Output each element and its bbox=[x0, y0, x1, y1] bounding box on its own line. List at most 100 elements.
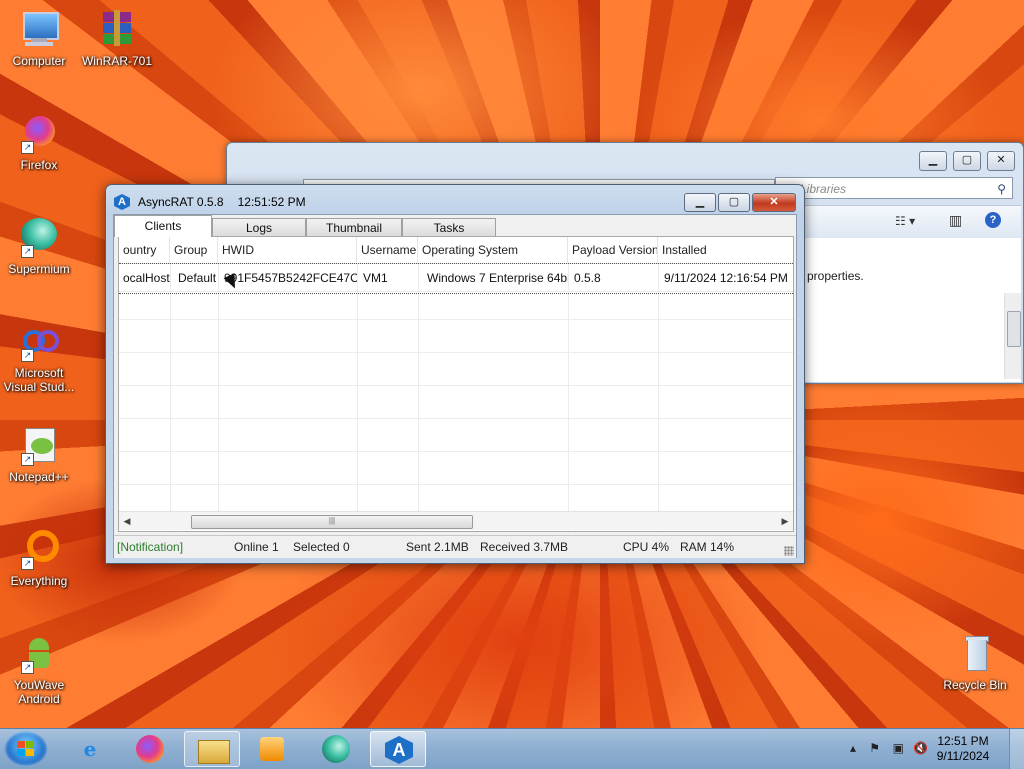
search-input[interactable]: rch Libraries ⚲ bbox=[775, 177, 1013, 199]
cell-country: ocalHost bbox=[123, 271, 170, 285]
notepadpp-icon: ↗ bbox=[19, 426, 59, 466]
taskbar-media-player-icon[interactable] bbox=[244, 731, 300, 767]
column-header-installed[interactable]: Installed bbox=[658, 237, 793, 263]
shortcut-arrow-icon: ↗ bbox=[21, 661, 34, 674]
desktop-icon-firefox[interactable]: ↗ Firefox bbox=[0, 114, 78, 172]
taskbar-ie-icon[interactable]: e bbox=[62, 731, 118, 767]
computer-icon bbox=[19, 10, 59, 50]
desktop-icon-label: Everything bbox=[10, 574, 68, 588]
desktop-icon-label: Supermium bbox=[8, 262, 70, 276]
taskbar-firefox-icon[interactable] bbox=[122, 731, 178, 767]
clock-time: 12:51 PM bbox=[937, 734, 989, 748]
desktop-icon-label: Computer bbox=[12, 54, 66, 68]
cell-payload-version: 0.5.8 bbox=[574, 271, 601, 285]
visual-studio-icon: ↗ bbox=[19, 322, 59, 362]
firefox-icon: ↗ bbox=[19, 114, 59, 154]
volume-muted-icon[interactable]: 🔇 bbox=[913, 741, 928, 755]
desktop-icon-everything[interactable]: ↗ Everything bbox=[0, 530, 78, 588]
resize-grip-icon[interactable] bbox=[784, 546, 794, 556]
list-header: ountry Group HWID Username Operating Sys… bbox=[119, 237, 793, 264]
desktop-icon-supermium[interactable]: ↗ Supermium bbox=[0, 218, 78, 276]
network-icon[interactable]: ▣ bbox=[893, 741, 904, 755]
column-header-group[interactable]: Group bbox=[170, 237, 218, 263]
clock-date: 9/11/2024 bbox=[936, 749, 990, 763]
column-header-username[interactable]: Username bbox=[357, 237, 418, 263]
explorer-message: properties. bbox=[807, 269, 864, 283]
cell-os: Windows 7 Enterprise 64bit bbox=[427, 271, 568, 285]
tab-tasks[interactable]: Tasks bbox=[402, 218, 496, 236]
desktop-icon-label: Microsoft Visual Stud... bbox=[3, 366, 75, 394]
desktop-icon-youwave[interactable]: ↗ YouWave Android bbox=[0, 634, 78, 706]
everything-icon: ↗ bbox=[19, 530, 59, 570]
minimize-button[interactable]: ▁ bbox=[919, 151, 947, 171]
close-button[interactable]: ✕ bbox=[752, 193, 796, 212]
desktop-icon-winrar[interactable]: WinRAR-701 bbox=[78, 10, 156, 68]
desktop-icon-notepadpp[interactable]: ↗ Notepad++ bbox=[0, 426, 78, 484]
taskbar-supermium-icon[interactable] bbox=[308, 731, 364, 767]
status-bar: [Notification] Online 1 Selected 0 Sent … bbox=[114, 535, 796, 558]
close-button[interactable]: ✕ bbox=[987, 151, 1015, 171]
supermium-icon: ↗ bbox=[19, 218, 59, 258]
column-header-payload-version[interactable]: Payload Version bbox=[568, 237, 658, 263]
cell-username: VM1 bbox=[363, 271, 388, 285]
search-icon: ⚲ bbox=[997, 182, 1006, 196]
column-header-country[interactable]: ountry bbox=[119, 237, 170, 263]
cell-hwid: 991F5457B5242FCE47C8 bbox=[224, 271, 357, 285]
android-icon: ↗ bbox=[19, 634, 59, 674]
title-bar: A AsyncRAT 0.5.8 12:51:52 PM bbox=[114, 193, 306, 211]
minimize-button[interactable]: ▁ bbox=[684, 193, 716, 212]
desktop-icon-computer[interactable]: Computer bbox=[0, 10, 78, 68]
window-time: 12:51:52 PM bbox=[237, 195, 306, 209]
taskbar-clock[interactable]: 12:51 PM 9/11/2024 bbox=[928, 734, 998, 764]
window-title: AsyncRAT 0.5.8 bbox=[138, 195, 224, 209]
clients-list[interactable]: ountry Group HWID Username Operating Sys… bbox=[118, 236, 794, 532]
notification-link[interactable]: [Notification] bbox=[117, 540, 183, 554]
maximize-button[interactable]: ▢ bbox=[953, 151, 981, 171]
asyncrat-window[interactable]: A AsyncRAT 0.5.8 12:51:52 PM ▁ ▢ ✕ Clien… bbox=[105, 184, 805, 564]
shortcut-arrow-icon: ↗ bbox=[21, 141, 34, 154]
winrar-icon bbox=[97, 10, 137, 50]
tab-bar: Clients Logs Thumbnail Tasks bbox=[114, 215, 796, 237]
tab-thumbnail[interactable]: Thumbnail bbox=[306, 218, 402, 236]
scroll-thumb[interactable]: ||| bbox=[191, 515, 473, 529]
desktop-icon-label: Notepad++ bbox=[9, 470, 69, 484]
view-options-icon[interactable]: ☷ ▾ bbox=[895, 214, 915, 228]
cell-group: Default bbox=[178, 271, 217, 285]
column-header-hwid[interactable]: HWID bbox=[218, 237, 357, 263]
status-cpu: CPU 4% bbox=[623, 540, 670, 554]
help-icon[interactable]: ? bbox=[985, 212, 1001, 228]
desktop-icon-label: YouWave Android bbox=[13, 678, 65, 706]
status-selected: Selected 0 bbox=[293, 540, 350, 554]
horizontal-scrollbar[interactable]: ◀ ||| ▶ bbox=[119, 511, 793, 530]
asyncrat-logo-icon: A bbox=[114, 194, 130, 210]
desktop-icon-label: WinRAR-701 bbox=[81, 54, 153, 68]
shortcut-arrow-icon: ↗ bbox=[21, 557, 34, 570]
show-desktop-button[interactable] bbox=[1009, 729, 1024, 769]
desktop-icon-recycle-bin[interactable]: Recycle Bin bbox=[936, 634, 1014, 692]
scroll-right-icon[interactable]: ▶ bbox=[777, 512, 793, 530]
action-center-flag-icon[interactable]: ⚑ bbox=[869, 741, 880, 755]
show-hidden-icons-icon[interactable]: ▴ bbox=[850, 741, 856, 755]
shortcut-arrow-icon: ↗ bbox=[21, 245, 34, 258]
recycle-bin-icon bbox=[955, 634, 995, 674]
taskbar-explorer-folder-icon[interactable] bbox=[184, 731, 240, 767]
start-button[interactable] bbox=[4, 731, 48, 767]
preview-pane-icon[interactable]: ▥ bbox=[949, 212, 962, 229]
vertical-scrollbar[interactable] bbox=[1004, 293, 1021, 379]
tab-logs[interactable]: Logs bbox=[212, 218, 306, 236]
tab-clients[interactable]: Clients bbox=[114, 215, 212, 237]
taskbar-asyncrat-icon[interactable]: A bbox=[370, 731, 426, 767]
maximize-button[interactable]: ▢ bbox=[718, 193, 750, 212]
desktop-icon-visual-studio[interactable]: ↗ Microsoft Visual Stud... bbox=[0, 322, 78, 394]
scroll-left-icon[interactable]: ◀ bbox=[119, 512, 135, 530]
status-sent: Sent 2.1MB bbox=[406, 540, 469, 554]
status-ram: RAM 14% bbox=[680, 540, 735, 554]
desktop-icon-label: Recycle Bin bbox=[943, 678, 1007, 692]
status-received: Received 3.7MB bbox=[480, 540, 569, 554]
desktop-icon-label: Firefox bbox=[20, 158, 58, 172]
status-online: Online 1 bbox=[234, 540, 279, 554]
windows-logo-icon bbox=[17, 741, 35, 757]
cell-installed: 9/11/2024 12:16:54 PM bbox=[664, 271, 788, 285]
main-panel: Clients Logs Thumbnail Tasks ountry Grou… bbox=[113, 214, 797, 558]
column-header-os[interactable]: Operating System bbox=[418, 237, 568, 263]
